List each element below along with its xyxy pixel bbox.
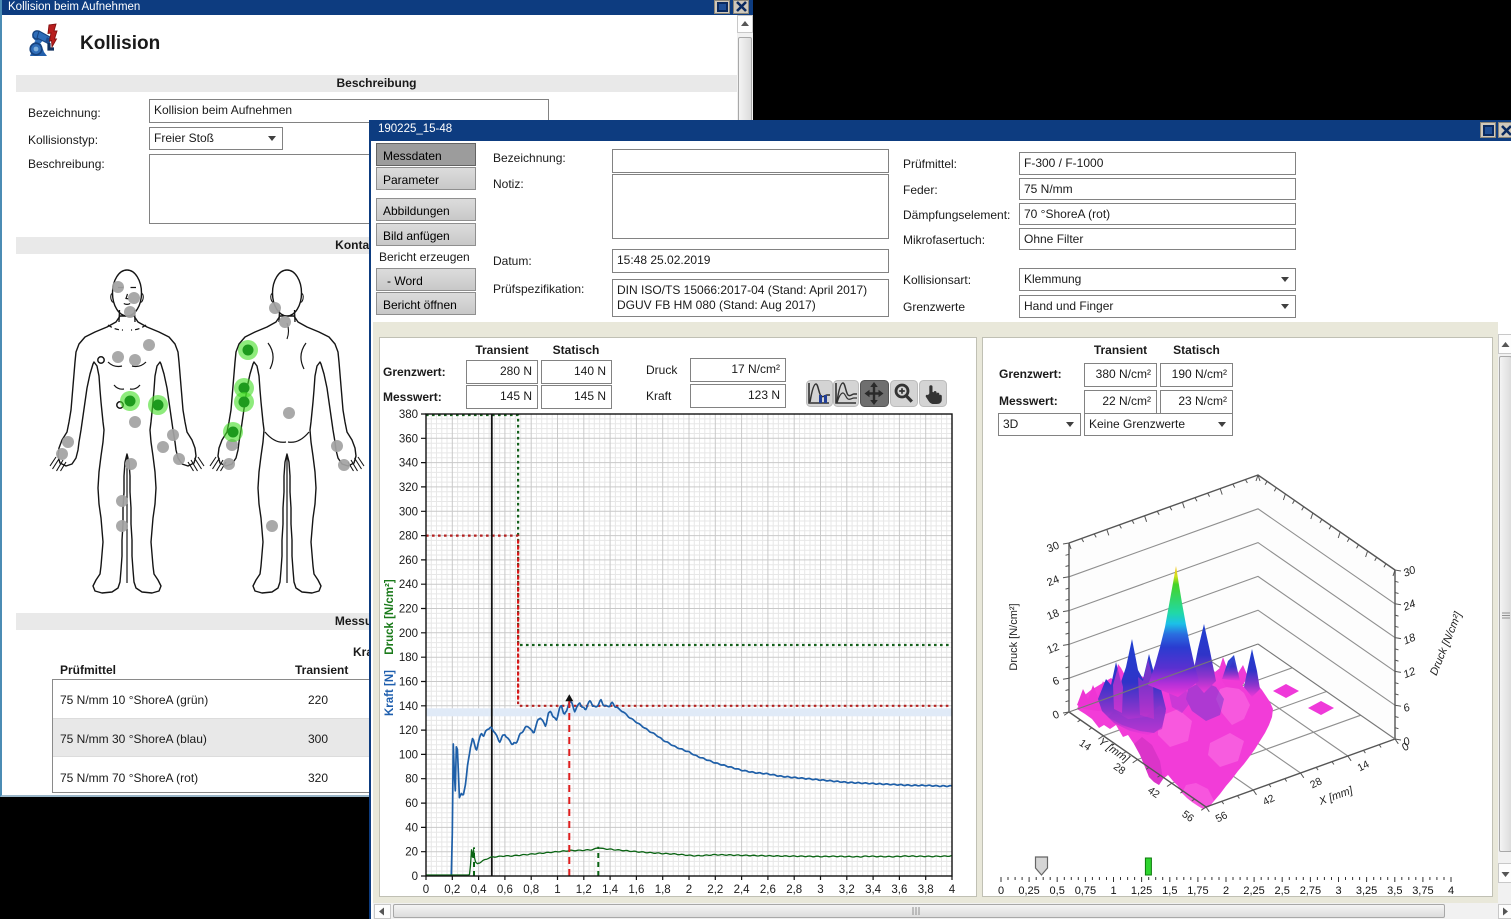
svg-text:260: 260 — [399, 555, 418, 567]
svg-text:3,25: 3,25 — [1356, 885, 1377, 897]
svg-text:0,25: 0,25 — [1018, 885, 1039, 897]
svg-text:2,75: 2,75 — [1300, 885, 1321, 897]
svg-text:80: 80 — [405, 774, 418, 786]
svg-text:180: 180 — [399, 652, 418, 664]
svg-text:4: 4 — [1448, 885, 1454, 897]
svg-text:100: 100 — [399, 749, 418, 761]
svg-text:42: 42 — [1261, 792, 1277, 808]
svg-text:3: 3 — [817, 884, 823, 896]
svg-text:Kraft [N]: Kraft [N] — [384, 670, 396, 716]
svg-text:0: 0 — [1051, 709, 1061, 722]
svg-text:380: 380 — [399, 409, 418, 421]
svg-text:0,5: 0,5 — [1050, 885, 1065, 897]
svg-text:2,8: 2,8 — [786, 884, 802, 896]
svg-text:1,5: 1,5 — [1162, 885, 1177, 897]
svg-text:1,25: 1,25 — [1131, 885, 1152, 897]
svg-text:3,75: 3,75 — [1412, 885, 1433, 897]
svg-text:3,4: 3,4 — [865, 884, 882, 896]
svg-text:3,8: 3,8 — [918, 884, 934, 896]
svg-text:0,4: 0,4 — [471, 884, 488, 896]
svg-text:6: 6 — [1402, 701, 1413, 715]
svg-text:3,6: 3,6 — [891, 884, 907, 896]
svg-text:0,8: 0,8 — [523, 884, 539, 896]
svg-text:0,6: 0,6 — [497, 884, 513, 896]
svg-text:1,75: 1,75 — [1187, 885, 1208, 897]
svg-text:0: 0 — [412, 871, 418, 883]
svg-text:2,6: 2,6 — [760, 884, 776, 896]
svg-text:3,2: 3,2 — [839, 884, 855, 896]
svg-text:1: 1 — [1110, 885, 1116, 897]
svg-text:42: 42 — [1145, 784, 1162, 801]
svg-text:4: 4 — [949, 884, 956, 896]
svg-text:2: 2 — [1223, 885, 1229, 897]
svg-text:0: 0 — [998, 885, 1004, 897]
svg-text:20: 20 — [405, 847, 418, 859]
svg-text:2: 2 — [686, 884, 692, 896]
svg-text:1,6: 1,6 — [628, 884, 644, 896]
svg-text:200: 200 — [399, 628, 418, 640]
svg-text:56: 56 — [1179, 808, 1196, 825]
svg-text:320: 320 — [399, 482, 418, 494]
svg-text:1: 1 — [554, 884, 560, 896]
svg-text:60: 60 — [405, 798, 418, 810]
svg-text:2,2: 2,2 — [707, 884, 723, 896]
svg-text:120: 120 — [399, 725, 418, 737]
svg-text:160: 160 — [399, 677, 418, 689]
svg-text:28: 28 — [1308, 775, 1324, 791]
svg-text:1,4: 1,4 — [602, 884, 619, 896]
svg-text:24: 24 — [1401, 598, 1418, 614]
svg-text:18: 18 — [1045, 607, 1061, 623]
svg-text:14: 14 — [1356, 758, 1372, 774]
svg-text:14: 14 — [1077, 737, 1094, 754]
svg-text:300: 300 — [399, 506, 418, 518]
svg-text:0,75: 0,75 — [1075, 885, 1096, 897]
svg-text:18: 18 — [1402, 631, 1419, 647]
svg-text:Druck [N/cm²]: Druck [N/cm²] — [1428, 610, 1465, 678]
svg-text:24: 24 — [1045, 573, 1061, 589]
svg-text:Druck [N/cm²]: Druck [N/cm²] — [384, 579, 396, 655]
svg-text:2,25: 2,25 — [1243, 885, 1264, 897]
svg-text:1,2: 1,2 — [576, 884, 592, 896]
svg-text:6: 6 — [1051, 675, 1061, 688]
svg-text:140: 140 — [399, 701, 418, 713]
svg-text:X [mm]: X [mm] — [1317, 784, 1356, 808]
svg-text:340: 340 — [399, 458, 418, 470]
svg-text:12: 12 — [1045, 641, 1061, 657]
svg-text:1,8: 1,8 — [655, 884, 671, 896]
svg-text:30: 30 — [1402, 564, 1419, 580]
svg-text:280: 280 — [399, 531, 418, 543]
svg-text:30: 30 — [1045, 540, 1061, 556]
svg-text:3: 3 — [1335, 885, 1341, 897]
svg-text:3,5: 3,5 — [1387, 885, 1402, 897]
svg-text:2,5: 2,5 — [1275, 885, 1290, 897]
svg-text:0,2: 0,2 — [444, 884, 460, 896]
svg-text:56: 56 — [1214, 809, 1230, 825]
svg-text:360: 360 — [399, 433, 418, 445]
svg-text:Druck [N/cm²]: Druck [N/cm²] — [1008, 603, 1020, 670]
svg-text:240: 240 — [399, 579, 418, 591]
svg-text:220: 220 — [399, 604, 418, 616]
svg-text:2,4: 2,4 — [734, 884, 751, 896]
svg-text:12: 12 — [1402, 665, 1418, 681]
svg-text:0: 0 — [423, 884, 429, 896]
svg-text:40: 40 — [405, 822, 418, 834]
